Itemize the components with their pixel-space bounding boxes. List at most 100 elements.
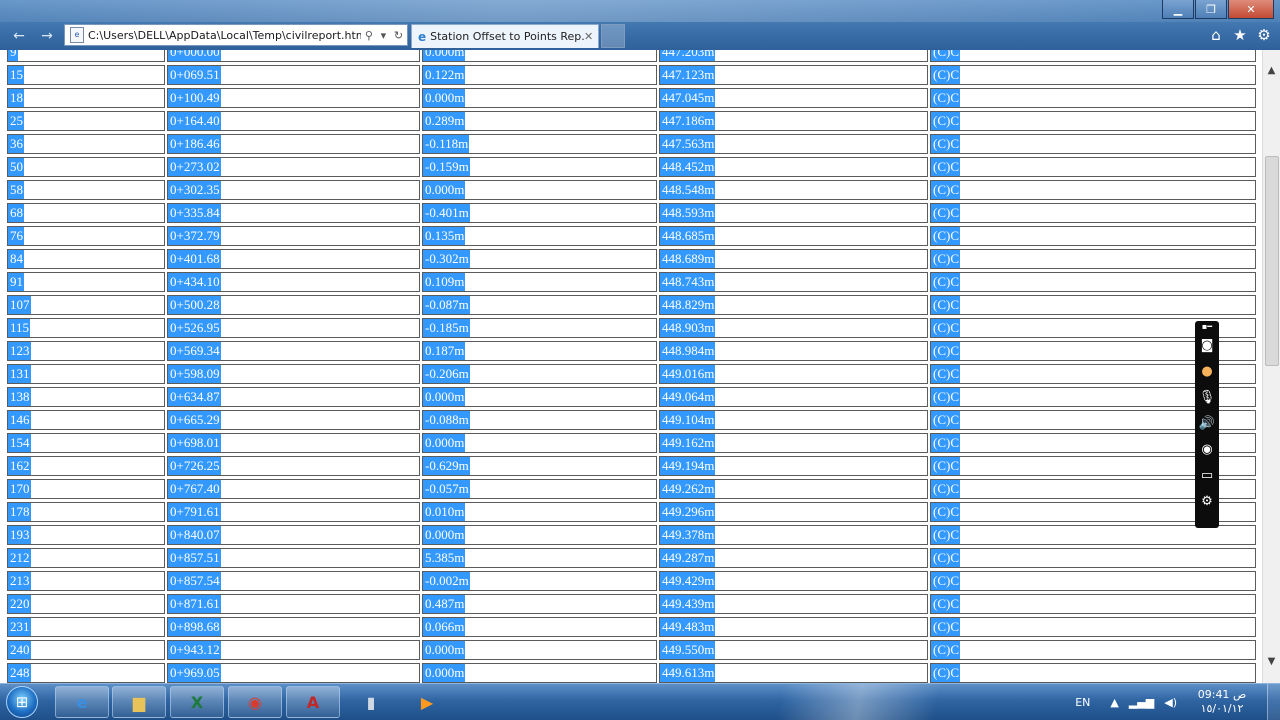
offset-cell[interactable]: -0.118m (422, 134, 657, 154)
offset-cell[interactable]: -0.159m (422, 157, 657, 177)
speaker-icon[interactable]: 🔊 (1195, 411, 1219, 435)
elevation-cell[interactable]: 448.685m (659, 226, 928, 246)
station-cell[interactable]: 0+698.01 (167, 433, 420, 453)
point-cell[interactable]: 68 (7, 203, 165, 223)
station-cell[interactable]: 0+726.25 (167, 456, 420, 476)
offset-cell[interactable]: -0.629m (422, 456, 657, 476)
station-cell[interactable]: 0+000.00 (167, 50, 420, 62)
dropdown-icon[interactable]: ▾ (381, 29, 387, 42)
point-cell[interactable]: 36 (7, 134, 165, 154)
offset-cell[interactable]: 0.000m (422, 50, 657, 62)
offset-cell[interactable]: -0.087m (422, 295, 657, 315)
point-cell[interactable]: 9 (7, 50, 165, 62)
point-cell[interactable]: 212 (7, 548, 165, 568)
description-cell[interactable]: (C)C (930, 571, 1256, 591)
elevation-cell[interactable]: 449.378m (659, 525, 928, 545)
offset-cell[interactable]: 0.487m (422, 594, 657, 614)
point-cell[interactable]: 248 (7, 663, 165, 683)
elevation-cell[interactable]: 448.548m (659, 180, 928, 200)
station-cell[interactable]: 0+943.12 (167, 640, 420, 660)
offset-cell[interactable]: -0.002m (422, 571, 657, 591)
elevation-cell[interactable]: 449.296m (659, 502, 928, 522)
station-cell[interactable]: 0+898.68 (167, 617, 420, 637)
offset-cell[interactable]: 0.122m (422, 65, 657, 85)
offset-cell[interactable]: -0.401m (422, 203, 657, 223)
favorites-star-icon[interactable]: ★ (1232, 26, 1248, 44)
station-cell[interactable]: 0+335.84 (167, 203, 420, 223)
offset-cell[interactable]: 0.000m (422, 88, 657, 108)
address-bar[interactable]: e C:\Users\DELL\AppData\Local\Temp\civil… (64, 24, 408, 46)
point-cell[interactable]: 15 (7, 65, 165, 85)
elevation-cell[interactable]: 447.123m (659, 65, 928, 85)
elevation-cell[interactable]: 448.903m (659, 318, 928, 338)
start-button[interactable]: ⊞ (6, 686, 38, 718)
offset-cell[interactable]: 0.000m (422, 525, 657, 545)
point-cell[interactable]: 240 (7, 640, 165, 660)
folder-icon[interactable]: ▆ (112, 686, 166, 718)
station-cell[interactable]: 0+186.46 (167, 134, 420, 154)
elevation-cell[interactable]: 449.439m (659, 594, 928, 614)
station-cell[interactable]: 0+871.61 (167, 594, 420, 614)
elevation-cell[interactable]: 448.743m (659, 272, 928, 292)
elevation-cell[interactable]: 447.563m (659, 134, 928, 154)
description-cell[interactable]: (C)C (930, 157, 1256, 177)
offset-cell[interactable]: -0.088m (422, 410, 657, 430)
offset-cell[interactable]: 0.000m (422, 640, 657, 660)
station-cell[interactable]: 0+500.28 (167, 295, 420, 315)
record-icon[interactable]: ● (1195, 359, 1219, 383)
point-cell[interactable]: 84 (7, 249, 165, 269)
vertical-scrollbar[interactable]: ▲ ▼ (1262, 50, 1280, 683)
forward-arrow-icon[interactable]: → (36, 25, 58, 47)
station-cell[interactable]: 0+840.07 (167, 525, 420, 545)
offset-cell[interactable]: -0.057m (422, 479, 657, 499)
station-cell[interactable]: 0+273.02 (167, 157, 420, 177)
point-cell[interactable]: 154 (7, 433, 165, 453)
point-cell[interactable]: 50 (7, 157, 165, 177)
microphone-icon[interactable]: 🎙 (1195, 385, 1219, 409)
elevation-cell[interactable]: 448.829m (659, 295, 928, 315)
description-cell[interactable]: (C)C (930, 226, 1256, 246)
description-cell[interactable]: (C)C (930, 663, 1256, 683)
elevation-cell[interactable]: 447.203m (659, 50, 928, 62)
station-cell[interactable]: 0+857.51 (167, 548, 420, 568)
point-cell[interactable]: 146 (7, 410, 165, 430)
gear-icon[interactable]: ⚙ (1195, 489, 1219, 513)
tab-close-icon[interactable]: ✕ (584, 30, 598, 43)
station-cell[interactable]: 0+100.49 (167, 88, 420, 108)
scroll-up-icon[interactable]: ▲ (1263, 62, 1280, 78)
scrollbar-thumb[interactable] (1265, 156, 1279, 366)
elevation-cell[interactable]: 449.262m (659, 479, 928, 499)
point-cell[interactable]: 107 (7, 295, 165, 315)
station-cell[interactable]: 0+791.61 (167, 502, 420, 522)
point-cell[interactable]: 178 (7, 502, 165, 522)
show-desktop-button[interactable] (1267, 684, 1280, 720)
new-tab-button[interactable] (601, 24, 625, 48)
point-cell[interactable]: 123 (7, 341, 165, 361)
station-cell[interactable]: 0+434.10 (167, 272, 420, 292)
maximize-button[interactable]: ❐ (1195, 0, 1227, 19)
description-cell[interactable]: (C)C (930, 134, 1256, 154)
station-cell[interactable]: 0+164.40 (167, 111, 420, 131)
offset-cell[interactable]: -0.302m (422, 249, 657, 269)
elevation-cell[interactable]: 448.452m (659, 157, 928, 177)
point-cell[interactable]: 213 (7, 571, 165, 591)
point-cell[interactable]: 25 (7, 111, 165, 131)
description-cell[interactable]: (C)C (930, 548, 1256, 568)
description-cell[interactable]: (C)C (930, 617, 1256, 637)
window-icon[interactable]: ▭ (1195, 463, 1219, 487)
station-cell[interactable]: 0+069.51 (167, 65, 420, 85)
elevation-cell[interactable]: 449.287m (659, 548, 928, 568)
offset-cell[interactable]: 0.010m (422, 502, 657, 522)
elevation-cell[interactable]: 449.483m (659, 617, 928, 637)
point-cell[interactable]: 170 (7, 479, 165, 499)
point-cell[interactable]: 18 (7, 88, 165, 108)
elevation-cell[interactable]: 448.984m (659, 341, 928, 361)
offset-cell[interactable]: -0.206m (422, 364, 657, 384)
description-cell[interactable]: (C)C (930, 111, 1256, 131)
minimize-button[interactable]: ▁ (1162, 0, 1194, 19)
home-icon[interactable]: ⌂ (1208, 26, 1224, 44)
point-cell[interactable]: 231 (7, 617, 165, 637)
station-cell[interactable]: 0+634.87 (167, 387, 420, 407)
tray-expand-icon[interactable]: ▲ (1110, 696, 1118, 709)
webcam-icon[interactable]: ◉ (1195, 437, 1219, 461)
